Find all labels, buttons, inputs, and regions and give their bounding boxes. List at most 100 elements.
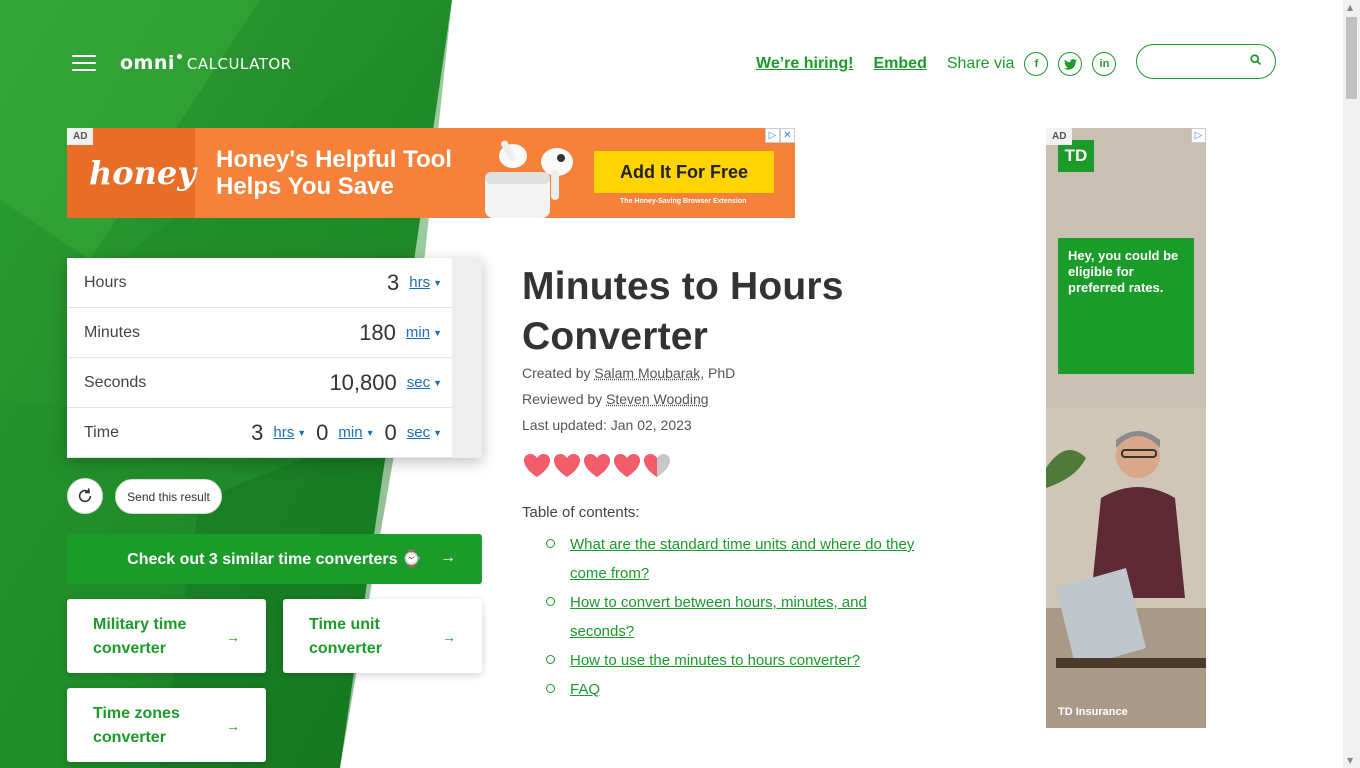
linkedin-icon[interactable]: in [1092, 52, 1117, 76]
reviewed-prefix: Reviewed by [522, 391, 603, 407]
ad-small-text: The Honey-Saving Browser Extension [620, 198, 747, 205]
heart-icon[interactable] [522, 452, 552, 478]
scroll-up-icon[interactable]: ▲ [1347, 3, 1353, 12]
search-icon[interactable] [1249, 53, 1263, 67]
heart-icon[interactable] [582, 452, 612, 478]
seconds-unit-label: sec [406, 374, 431, 391]
embed-link[interactable]: Embed [874, 55, 927, 73]
ad-cta-button[interactable]: Add It For Free [594, 151, 774, 193]
hours-row: Hours 3 hrs ▼ [67, 258, 452, 308]
ad-tag: AD [1046, 128, 1073, 145]
top-nav: We’re hiring! Embed Share via f in [756, 52, 1126, 76]
minutes-unit-label: min [405, 324, 431, 341]
facebook-icon[interactable]: f [1024, 52, 1049, 76]
heart-icon[interactable] [642, 452, 672, 478]
author-link[interactable]: Salam Moubarak [594, 365, 700, 381]
scroll-thumb[interactable] [1346, 17, 1357, 99]
arrow-right-icon: → [226, 718, 240, 734]
card-time-unit-converter[interactable]: Time unit converter → [283, 599, 482, 673]
earbuds-image [485, 140, 573, 218]
toc-link[interactable]: FAQ [570, 681, 600, 698]
time-minutes-unit-label: min [338, 424, 363, 441]
time-seconds-unit-select[interactable]: sec ▼ [407, 424, 442, 441]
time-minutes-input[interactable]: 0 [316, 420, 328, 446]
time-row: Time 3 hrs ▼ 0 min ▼ 0 sec ▼ [67, 408, 452, 458]
seconds-row: Seconds 10,800 sec ▼ [67, 358, 452, 408]
reviewer-link[interactable]: Steven Wooding [606, 391, 708, 407]
ad-headline: Honey's Helpful Tool Helps You Save [216, 146, 452, 200]
hiring-link[interactable]: We’re hiring! [756, 55, 854, 73]
similar-converters-label: Check out 3 similar time converters ⌚ [127, 551, 422, 568]
menu-icon[interactable] [72, 55, 96, 73]
time-hours-unit-select[interactable]: hrs ▼ [273, 424, 306, 441]
adchoices-icon[interactable]: ▷ [765, 128, 780, 143]
ad-headline-line-1: Honey's Helpful Tool [216, 146, 452, 173]
chevron-down-icon: ▼ [433, 378, 442, 389]
arrow-right-icon: → [440, 549, 456, 566]
ad-close-controls[interactable]: ▷ [1191, 128, 1206, 143]
minutes-unit-select[interactable]: min ▼ [406, 324, 442, 341]
refresh-icon [78, 488, 92, 503]
twitter-icon[interactable] [1058, 52, 1083, 76]
td-message: Hey, you could be eligible for preferred… [1058, 238, 1194, 374]
search-input[interactable] [1136, 44, 1276, 79]
card-label: Time zones converter [93, 705, 180, 746]
seconds-input[interactable]: 10,800 [329, 370, 396, 396]
seconds-unit-select[interactable]: sec ▼ [407, 374, 442, 391]
heart-icon[interactable] [612, 452, 642, 478]
similar-converters-button[interactable]: Check out 3 similar time converters ⌚ → [67, 534, 482, 584]
toc-link[interactable]: How to use the minutes to hours converte… [570, 652, 860, 669]
hours-unit-label: hrs [409, 274, 431, 291]
td-side-ad[interactable]: AD ▷ TD Hey, you could be eligible for p… [1046, 128, 1206, 728]
time-seconds-input[interactable]: 0 [384, 420, 396, 446]
chevron-down-icon: ▼ [433, 278, 442, 289]
page-scrollbar[interactable]: ▲ ▼ [1343, 0, 1360, 768]
toc-label: Table of contents: [522, 504, 640, 521]
hours-label: Hours [84, 273, 127, 291]
man-with-laptop-image [1046, 408, 1206, 728]
omni-logo[interactable]: omni CALCULATOR [120, 52, 292, 74]
close-icon[interactable]: ✕ [780, 128, 795, 143]
scroll-down-icon[interactable]: ▼ [1347, 756, 1353, 765]
card-label: Military time converter [93, 616, 187, 657]
time-minutes-unit-select[interactable]: min ▼ [338, 424, 374, 441]
last-updated: Last updated: Jan 02, 2023 [522, 417, 692, 433]
author-suffix: , PhD [700, 365, 736, 381]
logo-calculator-text: CALCULATOR [186, 55, 292, 73]
article-header: Minutes to Hours Converter Created by Sa… [522, 262, 922, 438]
send-result-button[interactable]: Send this result [115, 479, 222, 514]
created-by-line: Created by Salam Moubarak, PhD [522, 360, 922, 386]
time-label: Time [84, 423, 119, 441]
heart-icon[interactable] [552, 452, 582, 478]
card-military-time-converter[interactable]: Military time converter → [67, 599, 266, 673]
time-seconds-unit-label: sec [406, 424, 431, 441]
card-label: Time unit converter [309, 616, 382, 657]
toc-link[interactable]: How to convert between hours, minutes, a… [570, 594, 867, 640]
hours-unit-select[interactable]: hrs ▼ [409, 274, 442, 291]
ad-headline-line-2: Helps You Save [216, 173, 394, 200]
minutes-row: Minutes 180 min ▼ [67, 308, 452, 358]
time-hours-input[interactable]: 3 [251, 420, 263, 446]
adchoices-icon[interactable]: ▷ [1191, 128, 1206, 143]
toc-item: How to convert between hours, minutes, a… [546, 588, 926, 646]
honey-logo: honey [89, 154, 196, 192]
honey-banner-ad[interactable]: AD honey Honey's Helpful Tool Helps You … [67, 128, 795, 218]
toc-link[interactable]: What are the standard time units and whe… [570, 536, 914, 582]
hours-input[interactable]: 3 [387, 270, 399, 296]
minutes-input[interactable]: 180 [359, 320, 396, 346]
page-title: Minutes to Hours Converter [522, 265, 844, 358]
calculator-widget: Hours 3 hrs ▼ Minutes 180 min ▼ Seconds 10… [67, 258, 482, 458]
chevron-down-icon: ▼ [297, 428, 307, 439]
logo-omni-text: omni [120, 52, 175, 74]
card-time-zones-converter[interactable]: Time zones converter → [67, 688, 266, 762]
share-label: Share via [946, 55, 1015, 72]
calculator-scrollbar[interactable] [452, 258, 482, 458]
reviewed-by-line: Reviewed by Steven Wooding [522, 386, 922, 412]
rating-hearts[interactable] [522, 452, 672, 478]
reset-button[interactable] [67, 478, 103, 514]
chevron-down-icon: ▼ [365, 428, 375, 439]
chevron-down-icon: ▼ [433, 328, 442, 339]
toc-item: What are the standard time units and whe… [546, 530, 926, 588]
created-prefix: Created by [522, 365, 591, 381]
ad-close-controls[interactable]: ▷ ✕ [765, 128, 795, 143]
